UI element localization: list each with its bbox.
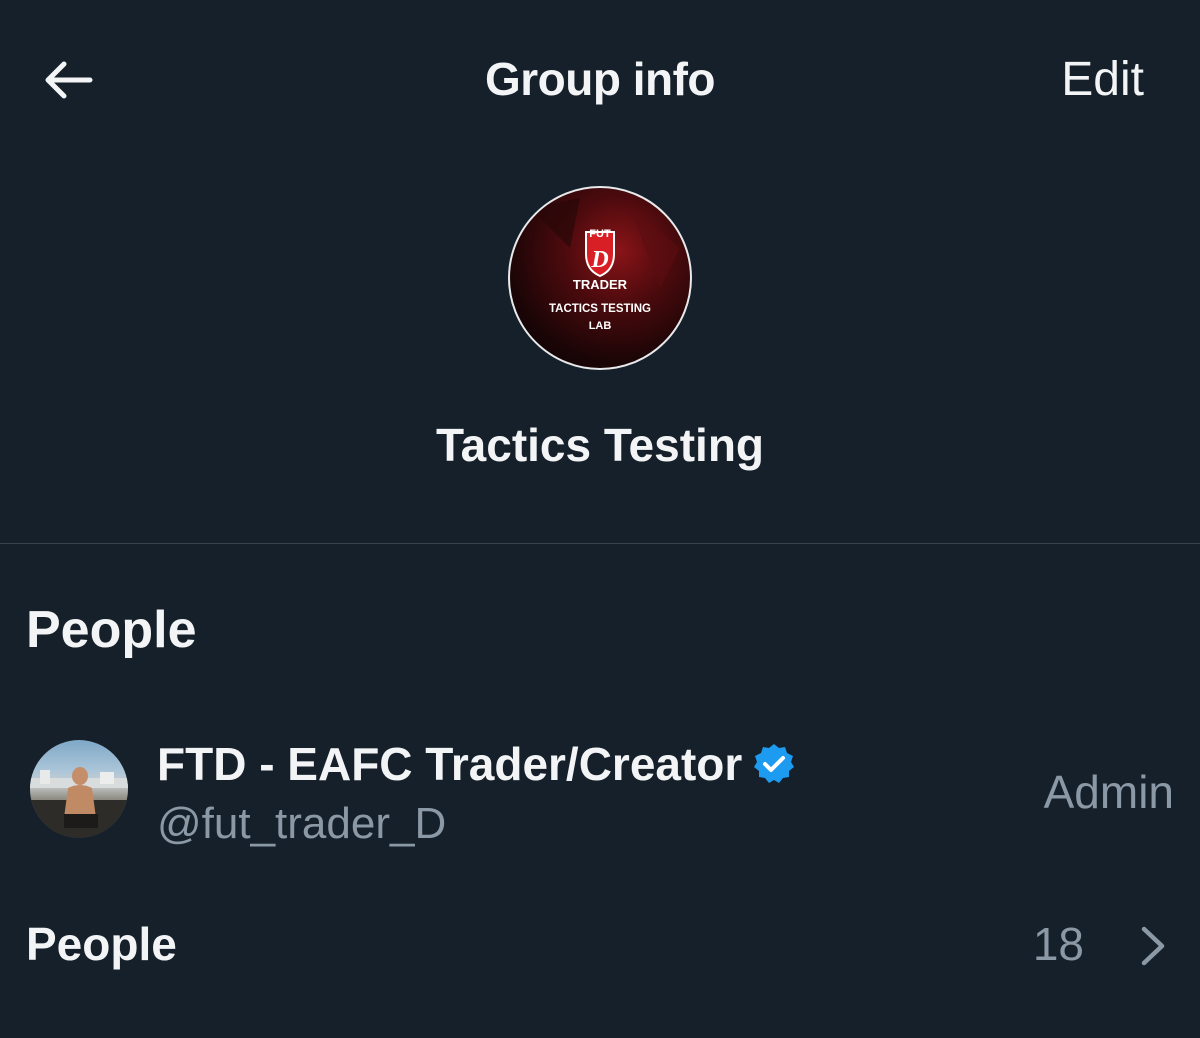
logo-top-text: FUT	[589, 228, 611, 240]
people-section-heading: People	[26, 601, 197, 659]
chevron-right-icon	[1141, 926, 1165, 966]
logo-word: TRADER	[573, 277, 628, 292]
member-role-badge: Admin	[1043, 766, 1174, 818]
logo-letter: D	[590, 247, 608, 273]
verified-badge-icon	[754, 744, 795, 783]
all-people-label: People	[26, 918, 177, 970]
group-logo: FUT D TRADER TACTICS TESTING LAB	[510, 198, 680, 368]
member-row[interactable]: FTD - EAFC Trader/Creator @fut_trader_D …	[0, 715, 1200, 855]
people-count: 18	[1032, 918, 1084, 970]
top-bar: Group info Edit	[0, 0, 1200, 160]
edit-button[interactable]: Edit	[1061, 52, 1144, 107]
member-name: FTD - EAFC Trader/Creator	[157, 738, 743, 790]
member-handle: @fut_trader_D	[157, 799, 447, 848]
member-name-line: FTD - EAFC Trader/Creator	[157, 737, 796, 791]
all-people-row[interactable]: People 18	[0, 905, 1200, 985]
group-avatar[interactable]: FUT D TRADER TACTICS TESTING LAB	[508, 186, 692, 370]
group-info-screen: Group info Edit FUT D TRADER TACTICS TES…	[0, 0, 1200, 1038]
section-divider	[0, 543, 1200, 544]
logo-line-2: LAB	[589, 320, 612, 332]
group-name: Tactics Testing	[435, 419, 765, 471]
avatar	[30, 740, 128, 838]
logo-line-1: TACTICS TESTING	[549, 303, 651, 315]
page-title: Group info	[484, 53, 716, 105]
